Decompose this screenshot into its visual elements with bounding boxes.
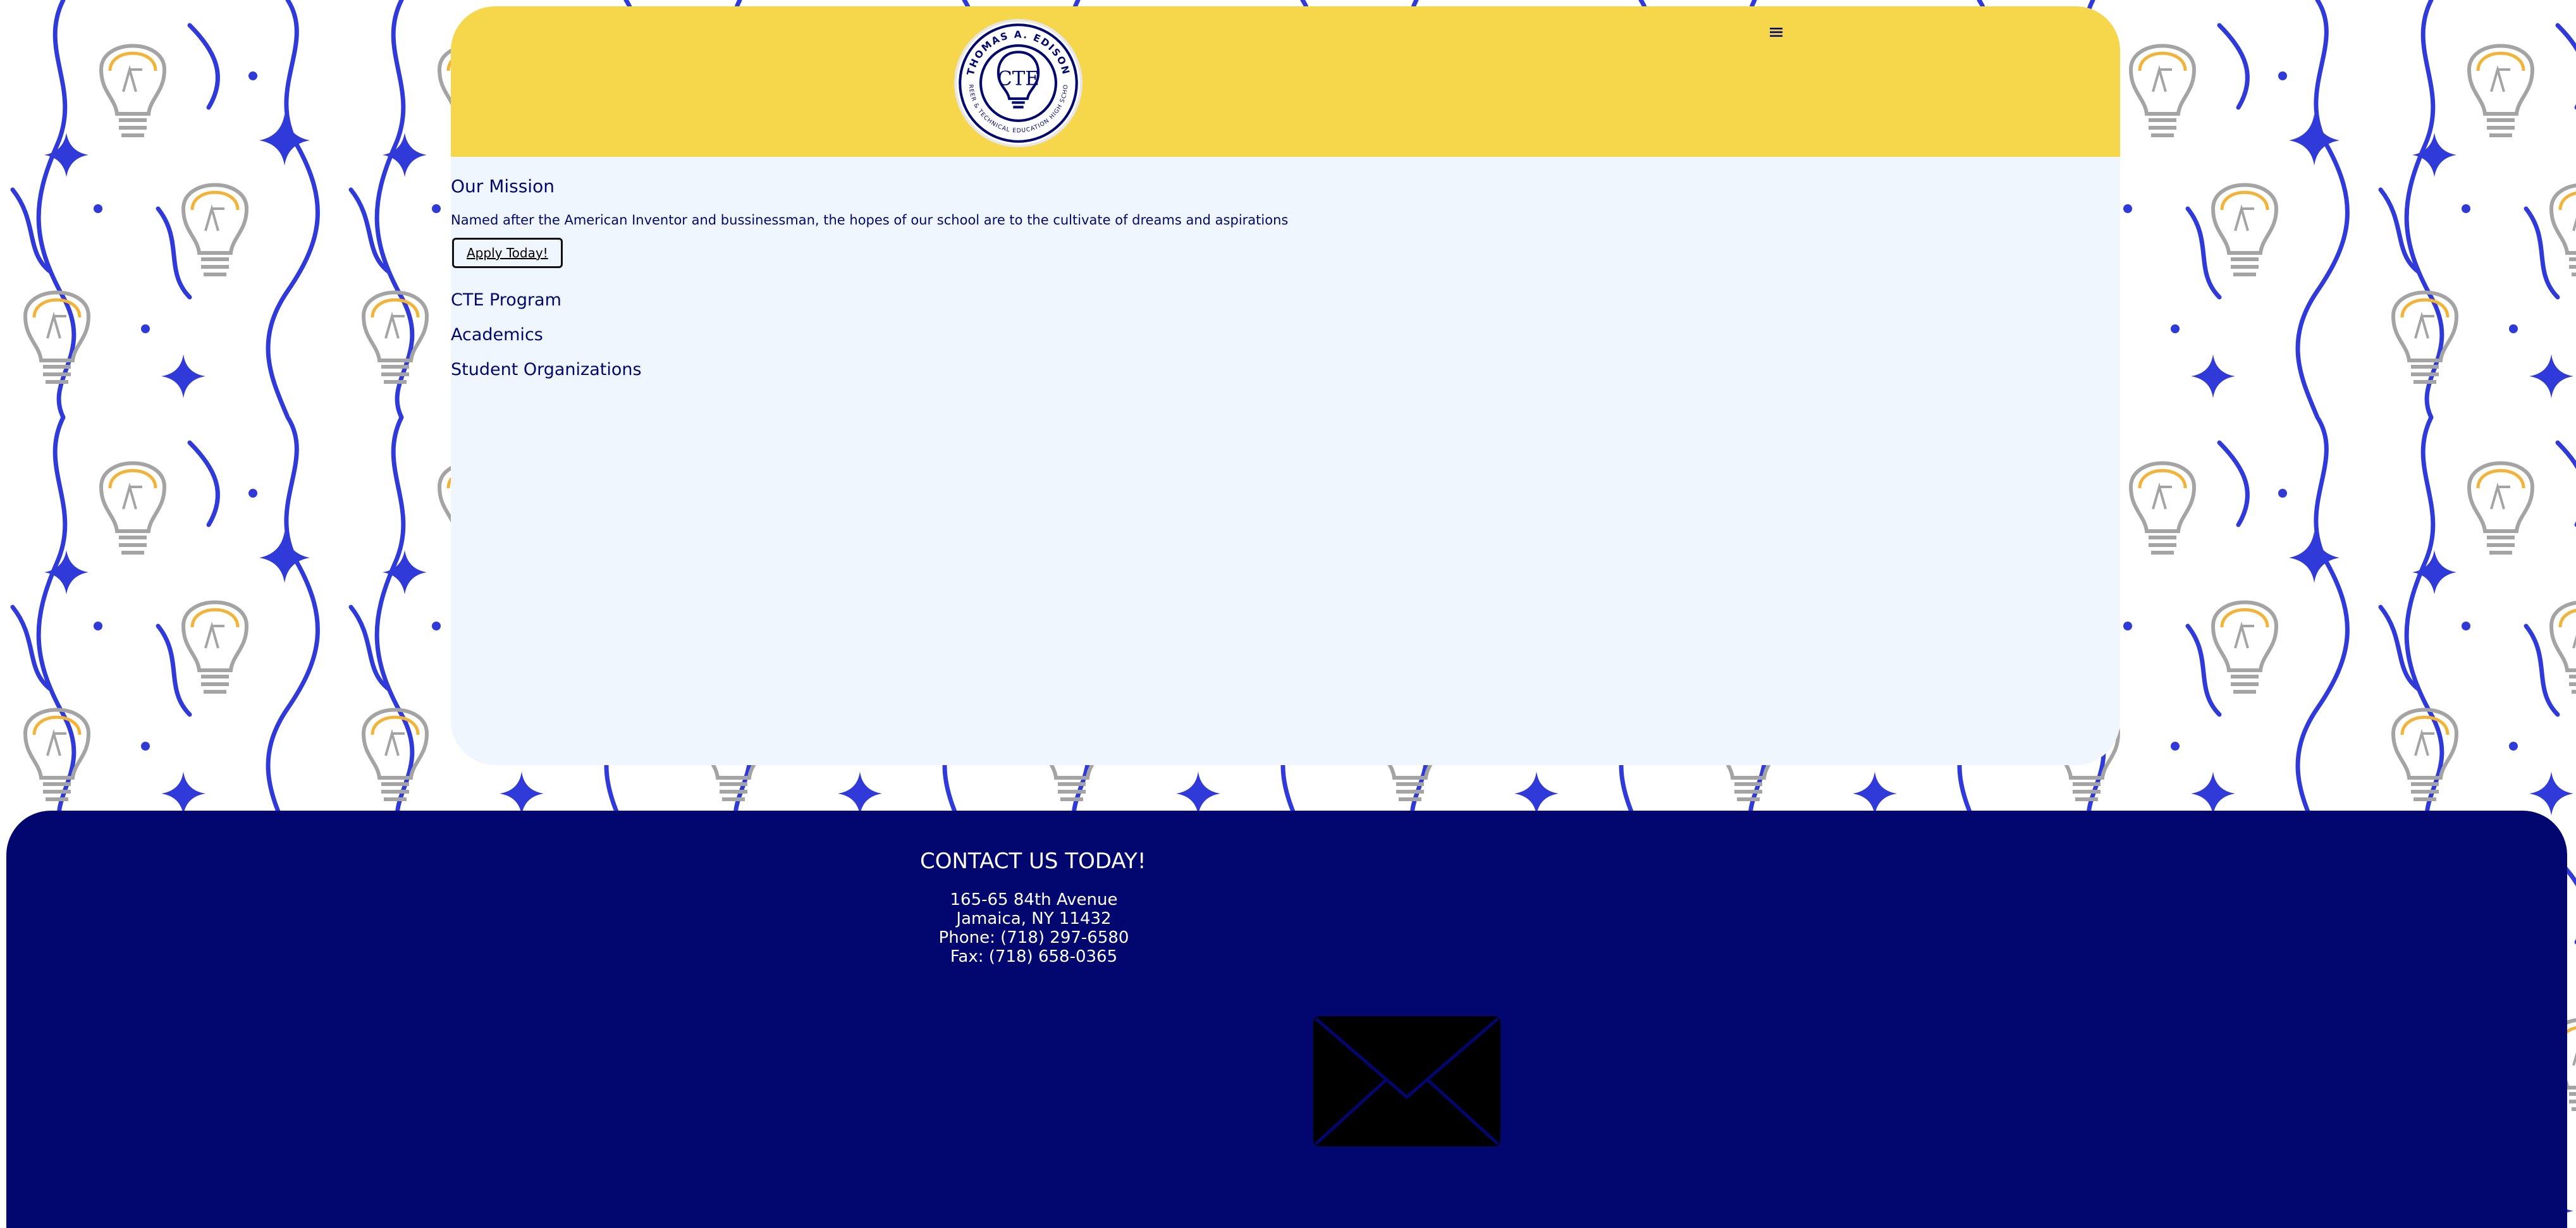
nav-link-cte-program[interactable]: CTE Program [451,290,561,310]
fax-number: Fax: (718) 658-0365 [950,947,1118,966]
mission-text: Named after the American Inventor and bu… [451,212,1289,228]
address-city: Jamaica, NY 11432 [956,909,1112,928]
site-header: THOMAS A. EDISON CAREER & TECHNICAL EDUC… [451,6,2120,157]
hamburger-menu-icon[interactable]: ≡ [1763,16,1789,47]
address-street: 165-65 84th Avenue [950,890,1118,909]
site-footer: CONTACT US TODAY! 165-65 84th Avenue Jam… [6,811,2567,1228]
main-card: THOMAS A. EDISON CAREER & TECHNICAL EDUC… [451,6,2120,765]
nav-link-student-organizations[interactable]: Student Organizations [451,360,642,379]
contact-address: 165-65 84th Avenue Jamaica, NY 11432 Pho… [879,890,1189,966]
svg-text:CTE: CTE [997,68,1040,90]
nav-link-academics[interactable]: Academics [451,325,543,345]
contact-heading: CONTACT US TODAY! [920,849,1146,874]
phone-number: Phone: (718) 297-6580 [938,928,1129,947]
envelope-icon[interactable] [1312,1015,1502,1148]
apply-button[interactable]: Apply Today! [452,238,563,268]
mission-heading: Our Mission [451,176,555,197]
school-logo[interactable]: THOMAS A. EDISON CAREER & TECHNICAL EDUC… [954,18,1083,148]
